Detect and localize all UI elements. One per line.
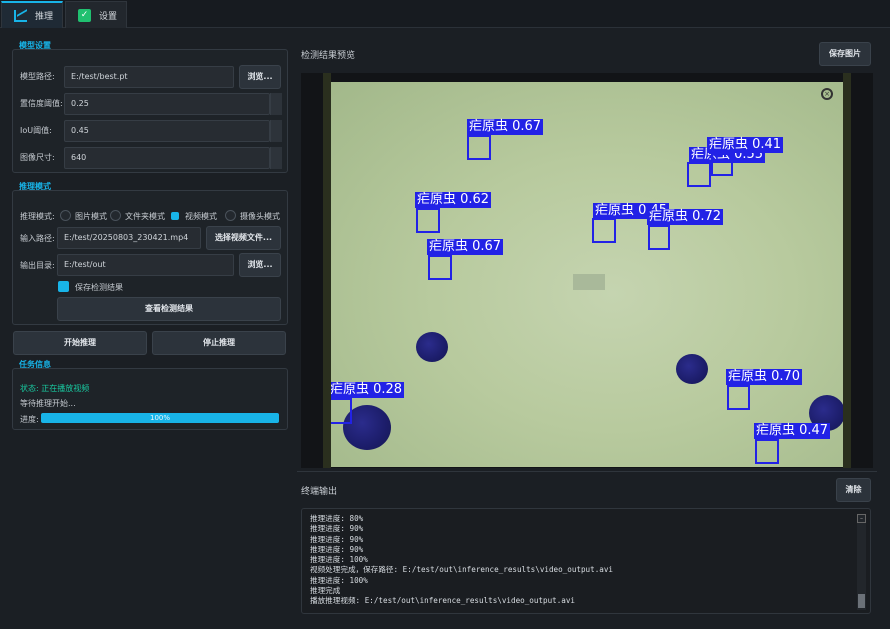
radio-video-mode-label: 视频模式 (185, 212, 217, 221)
tab-inference[interactable]: 推理 (1, 1, 63, 28)
iou-spinner[interactable] (270, 120, 282, 142)
conf-field[interactable]: 0.25 (64, 93, 270, 115)
select-video-button[interactable]: 选择视频文件... (206, 226, 281, 250)
start-inference-button[interactable]: 开始推理 (13, 331, 147, 355)
preview-title: 检测结果预览 (301, 51, 356, 61)
imgsz-spinner[interactable] (270, 147, 282, 169)
left-panel: 模型设置 模型路径: E:/test/best.pt 浏览... 置信度阈值: … (8, 33, 292, 433)
terminal-line: 推理进度: 90% (310, 544, 364, 554)
tab-settings[interactable]: ✓ 设置 (65, 1, 127, 28)
checkbox-icon: ✓ (78, 8, 91, 22)
iou-field[interactable]: 0.45 (64, 120, 270, 142)
cell-blob (416, 332, 448, 362)
radio-folder-mode-label: 文件夹模式 (125, 212, 165, 221)
detection-label: 疟原虫 0.62 (415, 192, 492, 208)
detection-label: 疟原虫 0.47 (754, 423, 831, 439)
save-results-label: 保存检测结果 (75, 283, 123, 292)
image-artifact (573, 274, 605, 290)
terminal-line: 推理进度: 90% (310, 534, 364, 544)
zoom-icon[interactable]: × (821, 88, 833, 100)
terminal-lines: 推理进度: 80% 推理进度: 90% 推理进度: 90% 推理进度: 90% … (310, 514, 613, 607)
terminal-line: 推理进度: 100% (310, 555, 368, 565)
divider (297, 471, 877, 472)
tab-settings-label: 设置 (99, 11, 118, 22)
save-results-checkbox[interactable] (58, 281, 69, 292)
iou-label: IoU阈值: (20, 126, 52, 135)
scroll-up-icon[interactable]: – (857, 514, 866, 523)
scrollbar-thumb[interactable] (858, 594, 865, 608)
cell-blob (676, 354, 708, 384)
progress-bar: 100% (41, 413, 279, 423)
imgsz-field[interactable]: 640 (64, 147, 270, 169)
radio-camera-mode-label: 摄像头模式 (240, 212, 280, 221)
terminal-title: 终端输出 (301, 487, 338, 497)
detection-box (687, 162, 711, 187)
detection-label: 疟原虫 0.67 (467, 119, 544, 135)
detection-box (755, 439, 779, 464)
detection-box (467, 135, 491, 160)
output-dir-label: 输出目录: (20, 261, 55, 270)
conf-spinner[interactable] (270, 93, 282, 115)
input-path-label: 输入路径: (20, 234, 55, 243)
model-path-label: 模型路径: (20, 72, 55, 81)
terminal-line: 视频处理完成，保存路径: E:/test/out\inference_resul… (310, 565, 613, 575)
tab-inference-label: 推理 (35, 12, 54, 22)
task-info-box: 状态: 正在播放视频 等待推理开始... 进度: 100% (12, 368, 288, 430)
terminal-line: 推理进度: 80% (310, 514, 364, 523)
detection-label: 疟原虫 0.41 (707, 137, 784, 153)
image-border-left (323, 73, 331, 468)
output-dir-field[interactable]: E:/test/out (57, 254, 234, 276)
chart-icon (14, 9, 27, 22)
detection-box (416, 208, 440, 233)
radio-image-mode-label: 图片模式 (75, 212, 107, 221)
tab-bar: 推理 ✓ 设置 (0, 0, 890, 28)
status-text: 状态: 正在播放视频 (20, 384, 90, 393)
detection-box (648, 225, 670, 250)
terminal-line: 推理进度: 90% (310, 524, 364, 534)
detection-box (592, 218, 616, 243)
radio-image-mode[interactable] (60, 210, 71, 221)
model-path-field[interactable]: E:/test/best.pt (64, 66, 234, 88)
terminal-line: 推理进度: 100% (310, 575, 368, 585)
detection-label: 疟原虫 0.28 (331, 382, 405, 398)
detection-label: 疟原虫 0.67 (427, 239, 504, 255)
model-browse-button[interactable]: 浏览... (239, 65, 281, 89)
microscope-image: × 疟原虫 0.67 疟原虫 0.55 疟原虫 0.41 疟原虫 0.62 疟原… (331, 82, 843, 467)
detection-box (727, 385, 750, 410)
image-border-right (843, 73, 851, 468)
radio-video-mode[interactable] (171, 212, 179, 220)
terminal-line: 推理完成 (310, 586, 341, 596)
view-results-button[interactable]: 查看检测结果 (57, 297, 281, 321)
detection-box (428, 255, 452, 280)
detection-label: 疟原虫 0.72 (647, 209, 724, 225)
terminal-output[interactable]: 推理进度: 80% 推理进度: 90% 推理进度: 90% 推理进度: 90% … (301, 508, 871, 614)
save-image-button[interactable]: 保存图片 (819, 42, 871, 66)
inference-mode-box: 推理模式: 图片模式 文件夹模式 视频模式 摄像头模式 输入路径: E:/tes… (12, 190, 288, 325)
terminal-line: 播放推理视频: E:/test/out\inference_results\vi… (310, 596, 576, 606)
clear-button[interactable]: 清除 (836, 478, 871, 502)
input-path-field[interactable]: E:/test/20250803_230421.mp4 (57, 227, 201, 249)
progress-label: 进度: (20, 415, 39, 424)
model-settings-box: 模型路径: E:/test/best.pt 浏览... 置信度阈值: 0.25 … (12, 49, 288, 173)
conf-label: 置信度阈值: (20, 99, 63, 108)
output-browse-button[interactable]: 浏览... (239, 253, 281, 277)
radio-camera-mode[interactable] (225, 210, 236, 221)
detection-box (711, 153, 733, 176)
waiting-text: 等待推理开始... (20, 399, 76, 408)
detection-box (331, 398, 352, 424)
radio-folder-mode[interactable] (110, 210, 121, 221)
imgsz-label: 图像尺寸: (20, 153, 55, 162)
mode-label: 推理模式: (20, 212, 55, 221)
preview-viewport: × 疟原虫 0.67 疟原虫 0.55 疟原虫 0.41 疟原虫 0.62 疟原… (301, 73, 873, 468)
terminal-scrollbar[interactable]: – (857, 514, 866, 610)
stop-inference-button[interactable]: 停止推理 (152, 331, 286, 355)
detection-label: 疟原虫 0.70 (726, 369, 803, 385)
